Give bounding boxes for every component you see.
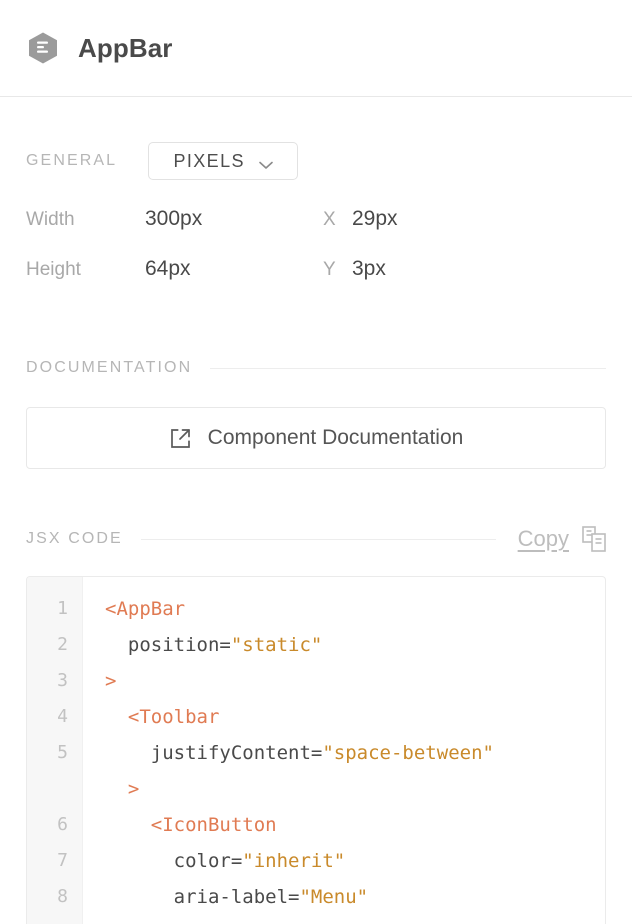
documentation-label: DOCUMENTATION	[26, 359, 192, 377]
line-number: 7	[27, 843, 82, 879]
field-x-label: X	[323, 209, 352, 231]
line-number: 2	[27, 627, 82, 663]
code-token-str: "Menu"	[299, 886, 368, 908]
line-number: 8	[27, 879, 82, 915]
panel-header: AppBar	[0, 0, 632, 97]
code-token-tag: <Toolbar	[105, 706, 219, 728]
code-token-str: "space-between"	[322, 742, 494, 764]
unit-select[interactable]: PIXELS	[148, 142, 298, 180]
jsx-divider	[141, 539, 496, 540]
code-token-punc: >	[105, 670, 116, 692]
field-y-label: Y	[323, 259, 352, 281]
code-token-tag: <AppBar	[105, 598, 185, 620]
field-x: X 29px	[323, 207, 398, 231]
dimension-row-height-y: Height 64px Y 3px	[26, 257, 606, 307]
line-number: 4	[27, 699, 82, 735]
code-token-tag: <IconButton	[105, 814, 277, 836]
line-number: 9	[27, 915, 82, 924]
field-height-label: Height	[26, 259, 145, 281]
code-line: <AppBar	[105, 591, 595, 627]
field-width: Width 300px	[26, 207, 323, 231]
code-line: <Toolbar	[105, 699, 595, 735]
field-y: Y 3px	[323, 257, 386, 281]
component-inspector-panel: AppBar GENERAL PIXELS Width 300px X 29px	[0, 0, 632, 924]
code-token-attr: color=	[105, 850, 242, 872]
unit-select-value: PIXELS	[173, 151, 244, 172]
field-height: Height 64px	[26, 257, 323, 281]
code-text-area: <AppBar position="static" > <Toolbar just…	[83, 577, 605, 924]
field-width-label: Width	[26, 209, 145, 231]
field-width-value: 300px	[145, 207, 202, 231]
page-title: AppBar	[78, 33, 173, 64]
line-number: 5	[27, 735, 82, 807]
field-y-value: 3px	[352, 257, 386, 281]
code-token-str: "inherit"	[242, 850, 345, 872]
jsx-code-label: JSX CODE	[26, 530, 123, 548]
field-x-value: 29px	[352, 207, 398, 231]
code-line-number-gutter: 1 2 3 4 5 6 7 8 9	[27, 577, 83, 924]
code-line: position="static"	[105, 627, 595, 663]
field-height-value: 64px	[145, 257, 191, 281]
line-number: 6	[27, 807, 82, 843]
dimensions-grid: Width 300px X 29px Height 64px Y 3px	[0, 207, 632, 307]
code-line: color="inherit"	[105, 843, 595, 879]
code-line: >	[105, 663, 595, 699]
copy-icon	[582, 526, 606, 552]
jsx-code-block[interactable]: 1 2 3 4 5 6 7 8 9 <AppBar position="stat…	[26, 576, 606, 924]
code-token-str: "static"	[231, 634, 323, 656]
chevron-down-icon	[259, 157, 273, 166]
code-token-punc: >	[105, 778, 139, 800]
external-link-icon	[169, 427, 192, 450]
code-token-attr: aria-label=	[105, 886, 299, 908]
line-number: 3	[27, 663, 82, 699]
documentation-section-header: DOCUMENTATION	[0, 359, 632, 377]
component-documentation-button[interactable]: Component Documentation	[26, 407, 606, 469]
code-token-attr: position=	[105, 634, 231, 656]
code-line: justifyContent="space-between"	[105, 735, 595, 771]
copy-button[interactable]: Copy	[518, 526, 606, 552]
code-line: >	[105, 771, 595, 807]
dimension-row-width-x: Width 300px X 29px	[26, 207, 606, 257]
documentation-divider	[210, 368, 606, 369]
component-hexagon-icon	[26, 31, 60, 65]
code-line: aria-label="Menu"	[105, 879, 595, 915]
line-number: 1	[27, 591, 82, 627]
general-label: GENERAL	[26, 152, 117, 170]
general-section-header: GENERAL PIXELS	[0, 142, 632, 180]
jsx-section-header: JSX CODE Copy	[0, 526, 632, 552]
code-line: <IconButton	[105, 807, 595, 843]
code-token-attr: justifyContent=	[105, 742, 322, 764]
component-documentation-label: Component Documentation	[208, 426, 464, 450]
copy-button-label: Copy	[518, 526, 569, 552]
